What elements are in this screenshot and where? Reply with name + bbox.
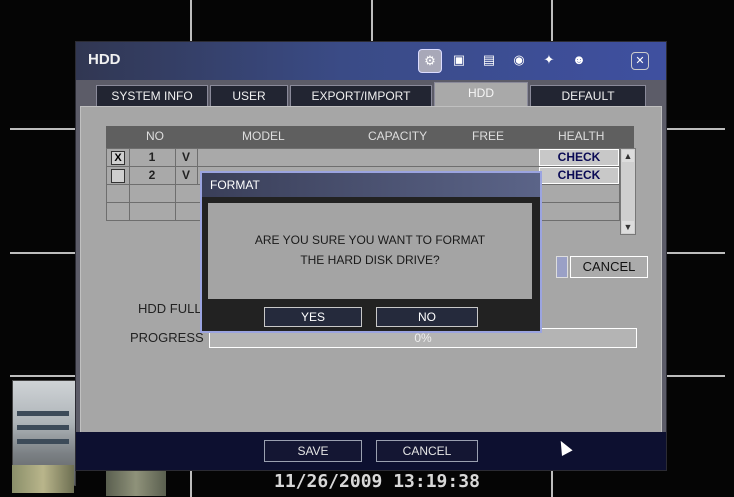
row-checkbox[interactable]: X [111,151,125,165]
check-health-button[interactable]: CHECK [539,149,619,166]
table-row[interactable]: X 1 V CHECK [106,148,620,167]
dialog-message-line2: THE HARD DISK DRIVE? [300,253,440,267]
close-icon[interactable]: ✕ [631,52,649,70]
dialog-message-line1: ARE YOU SURE YOU WANT TO FORMAT [254,233,486,247]
grid-line [551,469,553,497]
grid-line [665,128,725,130]
cell-checkbox [107,167,130,184]
cell-checkbox: X [107,149,130,166]
save-button[interactable]: SAVE [264,440,362,462]
header-health: HEALTH [558,129,605,143]
check-health-button[interactable]: CHECK [539,167,619,184]
grid-line [551,0,553,41]
bottom-bar: SAVE CANCEL [76,432,666,470]
header-no: NO [146,129,164,143]
scroll-up-icon[interactable]: ▲ [622,150,634,162]
table-header: NO MODEL CAPACITY FREE HEALTH [106,126,634,148]
no-button[interactable]: NO [376,307,478,327]
user-icon[interactable]: ☻ [568,49,590,71]
dialog-title: FORMAT [210,178,260,192]
event-icon[interactable]: ✦ [538,49,560,71]
grid-line [10,128,75,130]
tab-hdd[interactable]: HDD [434,82,528,109]
network-icon[interactable]: ◉ [508,49,530,71]
window-titlebar: HDD ⚙ ▣ ▤ ◉ ✦ ☻ ✕ [76,42,666,80]
cell-no: 2 [129,167,176,184]
tab-default[interactable]: DEFAULT [530,85,646,108]
yes-button[interactable]: YES [264,307,362,327]
format-button[interactable] [556,256,568,278]
grid-line [190,469,192,497]
camera-icon[interactable]: ▣ [448,49,470,71]
grid-line [10,252,75,254]
grid-line [10,375,75,377]
format-confirm-dialog: FORMAT ARE YOU SURE YOU WANT TO FORMAT T… [200,171,542,333]
tab-bar: SYSTEM INFO USER EXPORT/IMPORT HDD DEFAU… [90,82,652,109]
row-checkbox[interactable] [111,169,125,183]
camera-thumbnail-lower [12,465,74,493]
cancel-button[interactable]: CANCEL [376,440,478,462]
grid-line [665,375,725,377]
dialog-body: ARE YOU SURE YOU WANT TO FORMAT THE HARD… [208,203,532,299]
tab-user[interactable]: USER [210,85,288,108]
camera-floor [106,468,166,496]
scroll-down-icon[interactable]: ▼ [622,221,634,233]
dialog-titlebar: FORMAT [202,173,540,197]
header-model: MODEL [242,129,285,143]
hdd-full-label: HDD FULL [138,301,202,316]
grid-line [665,252,725,254]
tab-export-import[interactable]: EXPORT/IMPORT [290,85,432,108]
window-title: HDD [88,51,121,68]
cell-model: V [175,167,198,184]
cell-model: V [175,149,198,166]
grid-line [371,0,373,41]
cancel-format-button[interactable]: CANCEL [570,256,648,278]
record-icon[interactable]: ▤ [478,49,500,71]
progress-label: PROGRESS [130,330,204,345]
table-scrollbar[interactable]: ▲ ▼ [620,148,636,235]
tab-system-info[interactable]: SYSTEM INFO [96,85,208,108]
grid-line [190,0,192,41]
gear-icon[interactable]: ⚙ [418,49,442,73]
cell-no: 1 [129,149,176,166]
header-capacity: CAPACITY [368,129,428,143]
header-free: FREE [472,129,505,143]
osd-timestamp: 11/26/2009 13:19:38 [274,471,480,492]
